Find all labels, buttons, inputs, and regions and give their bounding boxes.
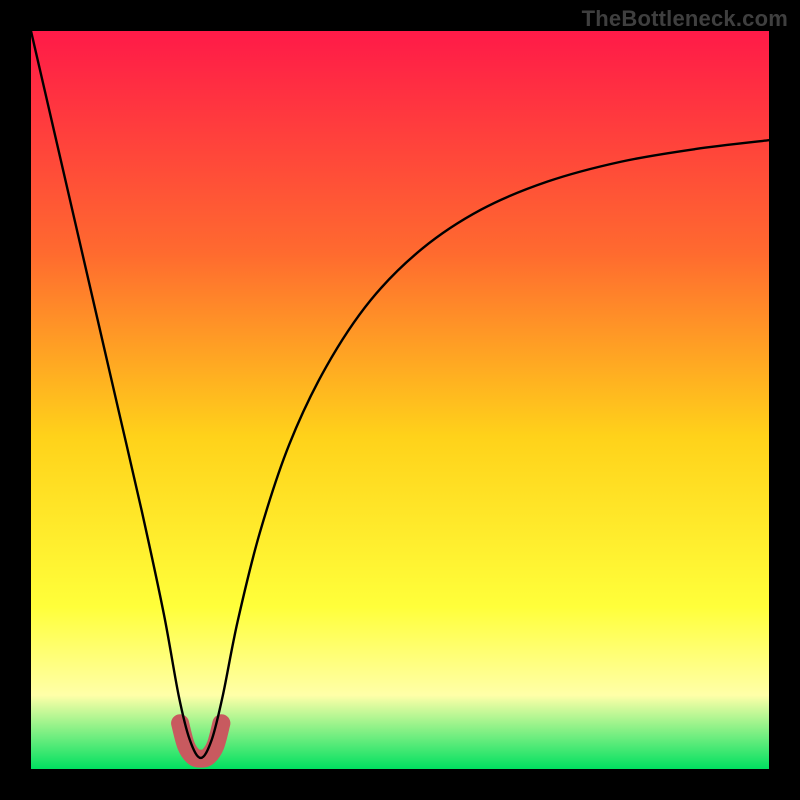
- chart-svg: [31, 31, 769, 769]
- plot-area: [31, 31, 769, 769]
- outer-frame: TheBottleneck.com: [0, 0, 800, 800]
- watermark-text: TheBottleneck.com: [582, 6, 788, 32]
- gradient-background: [31, 31, 769, 769]
